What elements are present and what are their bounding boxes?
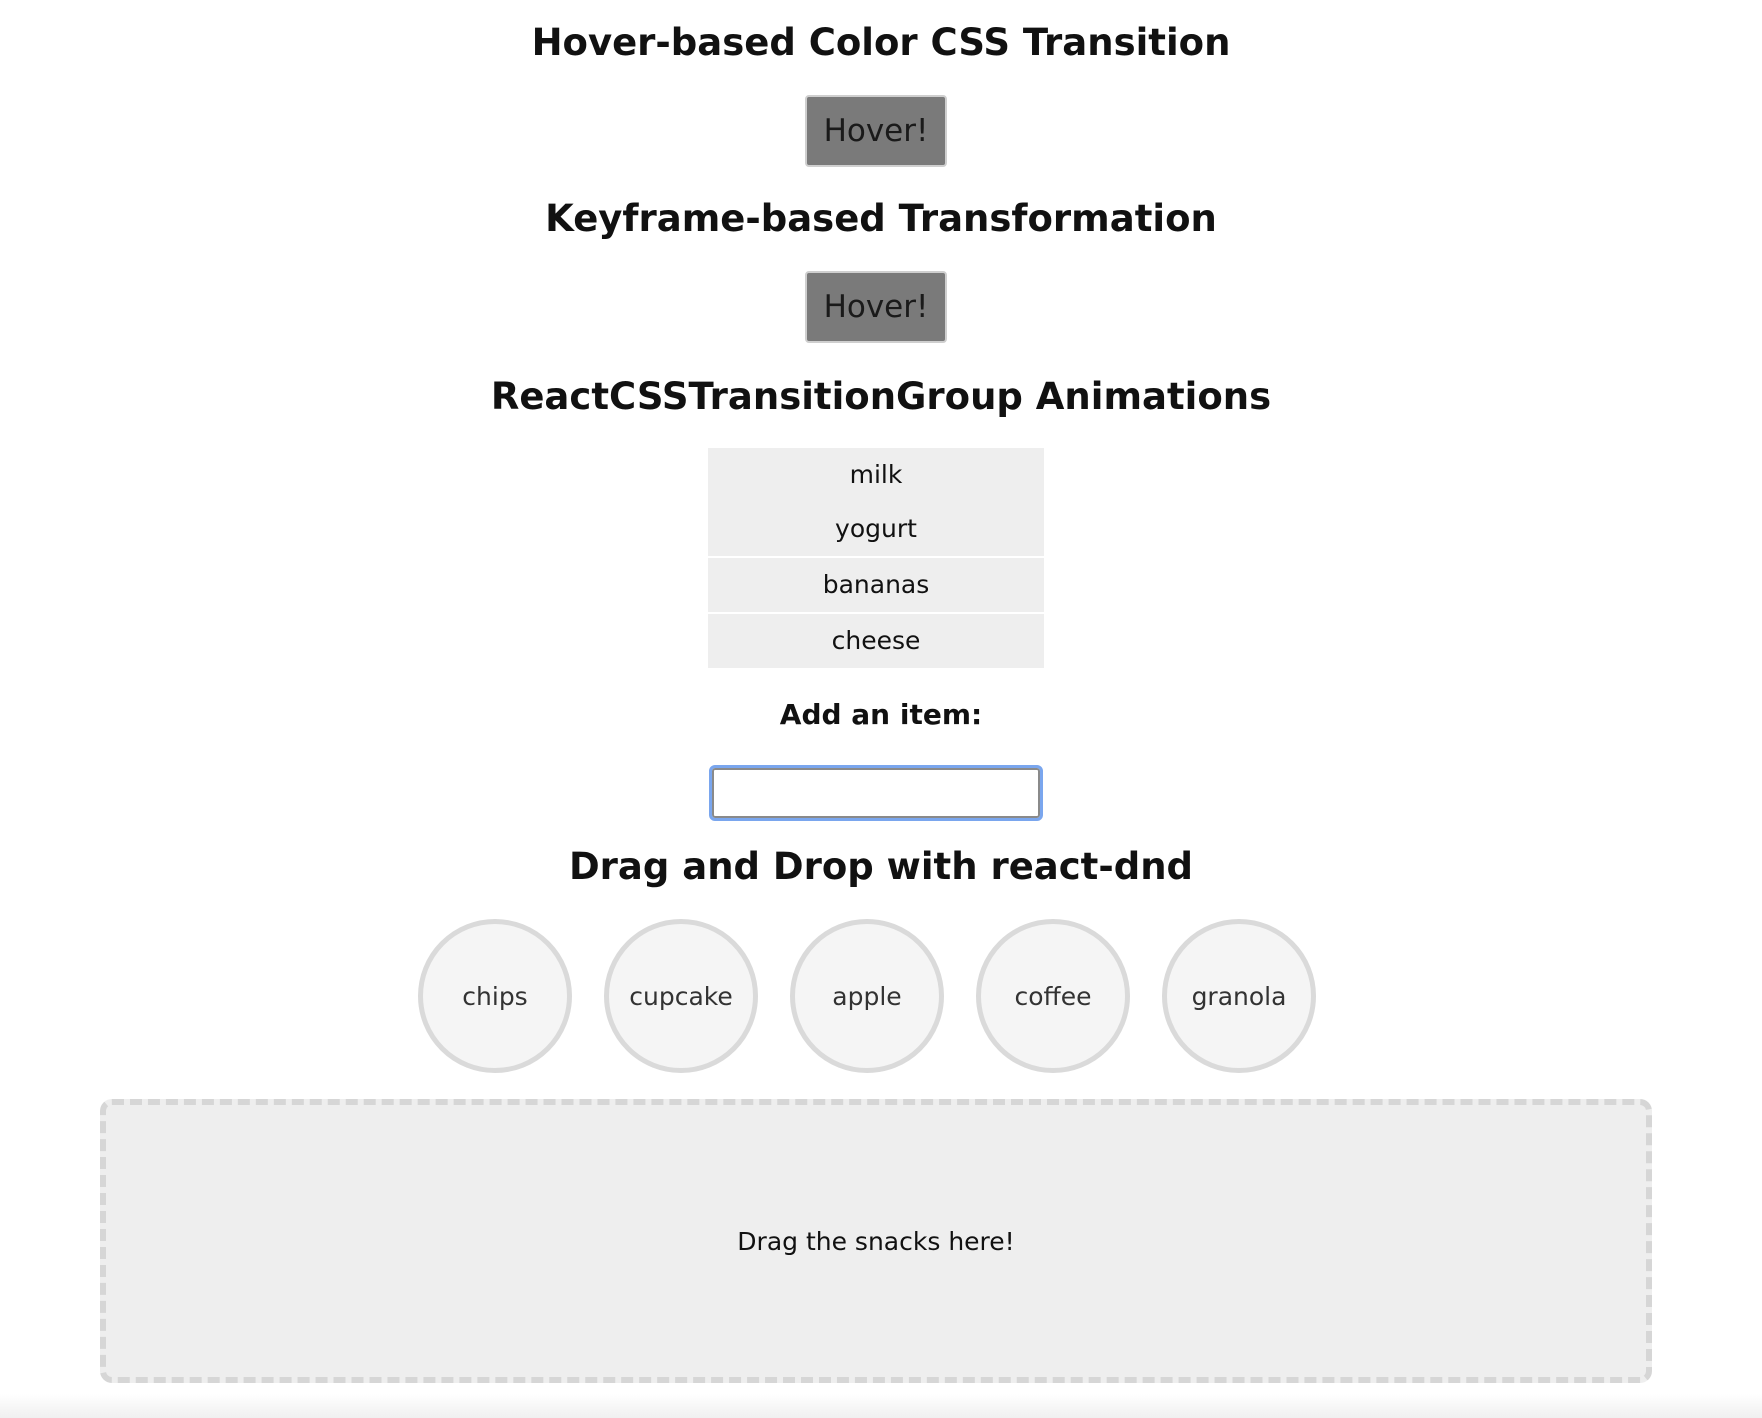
snack-granola[interactable]: granola <box>1162 919 1316 1073</box>
list-item[interactable]: bananas <box>708 556 1044 612</box>
item-list: milk yogurt bananas cheese <box>708 448 1044 668</box>
page: Hover-based Color CSS Transition Hover! … <box>0 0 1762 1418</box>
keyframe-hover-button[interactable]: Hover! <box>805 271 947 343</box>
dropzone-label: Drag the snacks here! <box>737 1226 1015 1256</box>
snack-dropzone[interactable]: Drag the snacks here! <box>100 1099 1652 1383</box>
add-item-label: Add an item: <box>779 698 983 731</box>
list-item[interactable]: cheese <box>708 612 1044 668</box>
keyframe-title: Keyframe-based Transformation <box>545 197 1217 240</box>
list-item[interactable]: milk <box>708 448 1044 502</box>
window-bottom-edge <box>0 1394 1762 1418</box>
snack-chips[interactable]: chips <box>418 919 572 1073</box>
snack-apple[interactable]: apple <box>790 919 944 1073</box>
keyframe-section: Keyframe-based Transformation <box>0 197 1762 241</box>
transition-group-title: ReactCSSTransitionGroup Animations <box>490 375 1272 418</box>
transition-group-section: ReactCSSTransitionGroup Animations <box>0 375 1762 419</box>
hover-transition-section: Hover-based Color CSS Transition <box>0 21 1762 65</box>
list-item[interactable]: yogurt <box>708 502 1044 556</box>
snack-coffee[interactable]: coffee <box>976 919 1130 1073</box>
hover-transition-title: Hover-based Color CSS Transition <box>531 21 1231 64</box>
hover-color-button[interactable]: Hover! <box>805 95 947 167</box>
snack-cupcake[interactable]: cupcake <box>604 919 758 1073</box>
add-item-input[interactable] <box>709 765 1043 821</box>
drag-drop-title: Drag and Drop with react-dnd <box>568 845 1194 888</box>
drag-drop-section: Drag and Drop with react-dnd <box>0 845 1762 889</box>
